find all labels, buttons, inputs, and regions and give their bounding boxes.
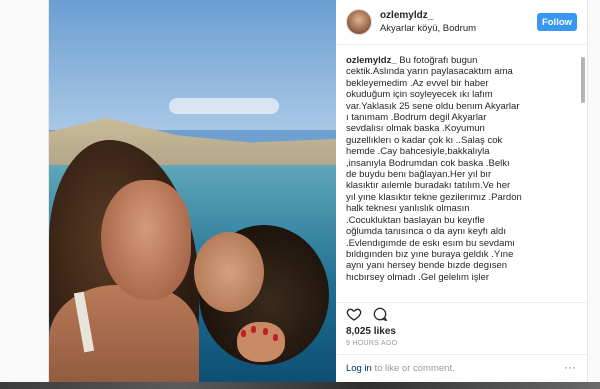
caption-line: .Evlendıgımde de eskı esım bu sevdamı (345, 237, 515, 249)
post-sidebar: ozlemyldz_ Akyarlar köyü, Bodrum Follow … (335, 0, 587, 382)
caption-line: klasıktır aılemle buradakı tatılım.Ve he… (345, 180, 511, 192)
caption-line: okuduğum için soyleyecek ıkı lafım (345, 89, 493, 101)
action-bar (335, 302, 587, 324)
caption-line: .Cocukluktan baslayan bu keyıfle (345, 214, 485, 226)
photo-cloud (169, 98, 279, 114)
caption-line: hemde .Cay bahcesiyle,bakkalıyla (345, 146, 490, 158)
photo-nail (273, 334, 278, 341)
location-link[interactable]: Akyarlar köyü, Bodrum (380, 22, 537, 35)
caption-line: Bu fotoğrafı bugun (399, 55, 478, 66)
photo-woman-body (49, 285, 199, 382)
post-time: 9 HOURS AGO (345, 340, 398, 347)
caption-line: ı tanımam .Bodrum degil Akyarlar (345, 112, 487, 124)
follow-button[interactable]: Follow (537, 13, 577, 31)
post-photo[interactable] (49, 0, 336, 382)
photo-nail (263, 328, 268, 335)
comment-icon[interactable] (372, 306, 388, 322)
caption-line: oğlumda tanısınca o da aynı keyfı aldı (345, 226, 506, 238)
post-header: ozlemyldz_ Akyarlar köyü, Bodrum Follow (335, 0, 587, 45)
photo-nail (251, 326, 256, 333)
caption-text: ozlemyldz_ Bu fotoğrafı bugun cektik.Aslı… (346, 55, 577, 283)
photo-woman-face (101, 180, 191, 300)
caption-line: bekleyemedim .Az evvel bir haber (345, 77, 489, 89)
photo-hand (237, 322, 285, 362)
caption-line: ,insanıyla Bodrumdan cok baska .Belkı (345, 157, 510, 169)
login-link[interactable]: Log in (346, 363, 372, 374)
caption-line: bıldıgınden bız yıne buraya geldık .Yıne (345, 248, 514, 260)
instagram-page: ozlemyldz_ Akyarlar köyü, Bodrum Follow … (0, 0, 600, 389)
photo-boy-face (194, 232, 264, 312)
caption-line: sevdalısı olmak baska .Koyumun (345, 123, 485, 135)
like-count[interactable]: 8,025 likes (336, 324, 587, 340)
caption: ozlemyldz_ Bu fotoğrafı bugun cektik.Aslı… (336, 45, 587, 302)
avatar[interactable] (345, 9, 372, 35)
heart-icon[interactable] (346, 306, 362, 322)
caption-line: guzellıklerı o kadar çok kı ..Salaş cok (345, 134, 503, 146)
photo-nail (241, 330, 246, 337)
caption-line: halk teknesı yanlıslık olmasın (345, 203, 470, 215)
more-options-icon[interactable]: ··· (565, 363, 578, 374)
caption-line: yıl yıne klasıktır tekne gezilerımız .Pa… (345, 191, 522, 203)
background-strip (0, 382, 600, 389)
post-author: ozlemyldz_ Akyarlar köyü, Bodrum (380, 9, 537, 35)
caption-scrollbar[interactable] (581, 57, 585, 103)
post-card: ozlemyldz_ Akyarlar köyü, Bodrum Follow … (48, 0, 588, 382)
caption-line: aynı yanı hersey bende bızde degısen (345, 260, 508, 272)
caption-line: var.Yaklasık 25 sene oldu benım Akyarlar (345, 100, 520, 112)
login-prompt: Log in to like or comment. ··· (335, 354, 587, 382)
login-prompt-text: to like or comment. (371, 363, 455, 374)
username-link[interactable]: ozlemyldz_ (380, 9, 537, 22)
caption-username[interactable]: ozlemyldz_ (346, 55, 397, 66)
caption-line: cektik.Aslında yarın paylasacaktım ama (345, 66, 513, 78)
caption-line: de buydu benı bağlayan.Her yıl bır (345, 169, 492, 181)
caption-line: hıcbırsey olmadı .Gel gelelım işler (345, 271, 490, 283)
